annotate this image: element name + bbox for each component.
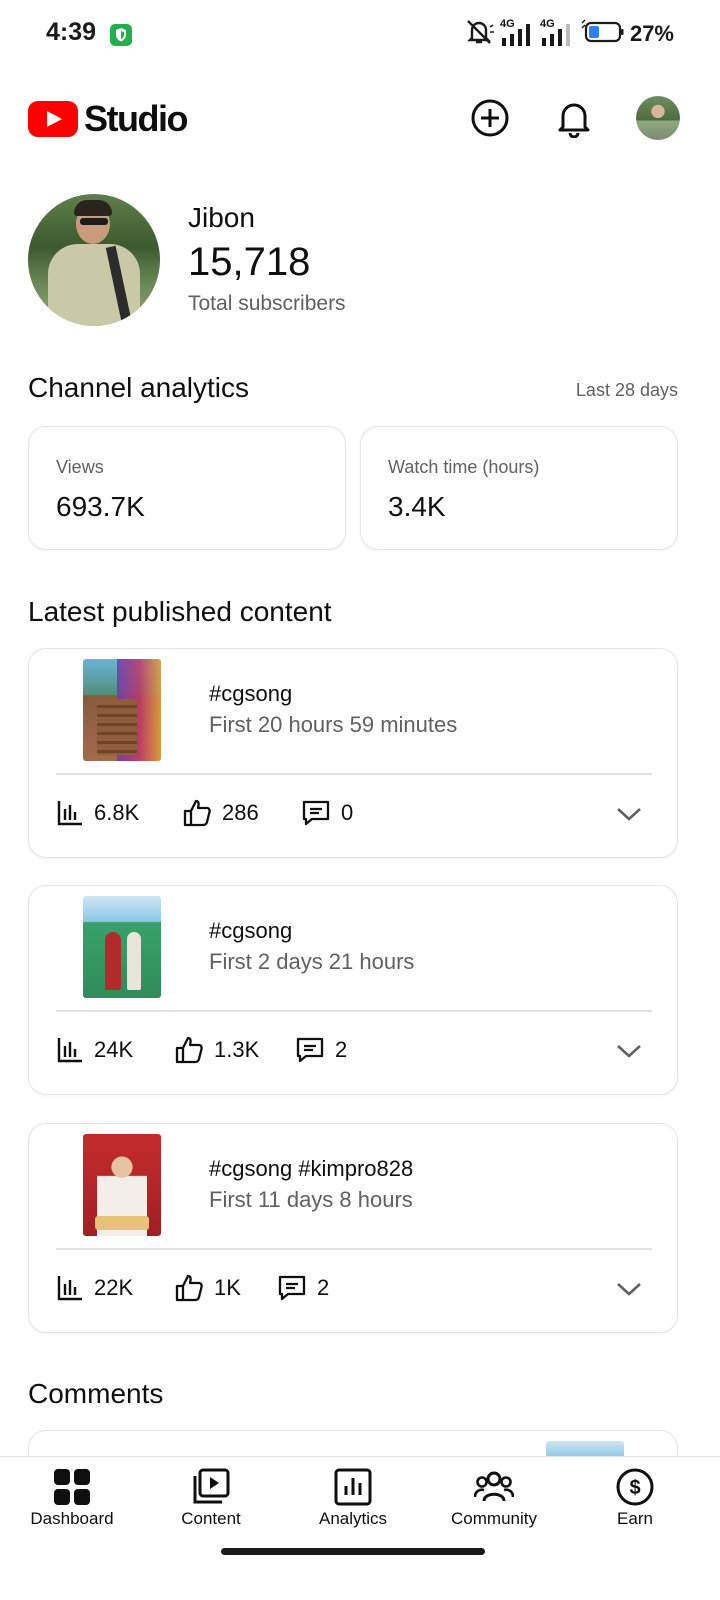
card-divider xyxy=(56,1248,652,1250)
community-icon xyxy=(474,1471,514,1502)
nav-label: Dashboard xyxy=(30,1509,114,1528)
comments-section-title: Comments xyxy=(28,1378,164,1409)
content-card[interactable]: #cgsong First 20 hours 59 minutes 6.8K 2… xyxy=(28,648,678,858)
video-thumbnail[interactable] xyxy=(83,659,161,761)
likes-stat: 1K xyxy=(174,1274,241,1302)
bottom-navigation: Dashboard Content Analytics Community $ … xyxy=(0,1456,720,1600)
create-button[interactable] xyxy=(468,96,512,140)
status-indicators: 4G 4G 27% xyxy=(464,18,674,50)
comments-count: 0 xyxy=(341,800,354,825)
comment-icon xyxy=(278,1275,306,1301)
views-count: 6.8K xyxy=(94,800,140,825)
thumbs-up-icon xyxy=(175,1274,203,1302)
watch-time-metric-card[interactable]: Watch time (hours) 3.4K xyxy=(360,426,678,550)
views-metric-card[interactable]: Views 693.7K xyxy=(28,426,346,550)
likes-stat: 1.3K xyxy=(174,1036,259,1064)
expand-chevron-icon[interactable] xyxy=(615,1042,643,1065)
comments-stat: 2 xyxy=(295,1036,347,1064)
metric-value: 693.7K xyxy=(56,491,145,522)
video-period: First 2 days 21 hours xyxy=(209,949,415,974)
video-thumbnail[interactable] xyxy=(83,896,161,998)
channel-avatar[interactable] xyxy=(28,194,160,326)
youtube-play-icon xyxy=(28,101,78,137)
channel-name: Jibon xyxy=(188,202,255,233)
video-title: #cgsong #kimpro828 xyxy=(209,1156,414,1181)
nav-community[interactable]: Community xyxy=(422,1457,566,1547)
dashboard-icon xyxy=(54,1469,90,1505)
nav-label: Earn xyxy=(617,1509,653,1528)
card-divider xyxy=(56,773,652,775)
card-divider xyxy=(56,1010,652,1012)
comment-icon xyxy=(296,1037,324,1063)
svg-text:$: $ xyxy=(629,1477,640,1499)
signal-icon-sim2: 4G xyxy=(540,18,574,48)
nav-earn[interactable]: $ Earn xyxy=(563,1457,707,1547)
content-icon xyxy=(193,1468,230,1504)
analytics-section-title: Channel analytics xyxy=(28,372,250,403)
latest-content-section-title: Latest published content xyxy=(28,596,332,627)
bell-icon xyxy=(558,103,590,138)
video-title: #cgsong xyxy=(209,681,293,706)
comments-count: 2 xyxy=(335,1037,348,1062)
video-thumbnail[interactable] xyxy=(83,1134,161,1236)
home-indicator[interactable] xyxy=(221,1548,485,1555)
likes-count: 1.3K xyxy=(214,1037,260,1062)
thumbs-up-icon xyxy=(183,799,211,827)
nav-label: Community xyxy=(451,1509,537,1528)
views-stat: 24K xyxy=(56,1036,133,1064)
content-card[interactable]: #cgsong First 2 days 21 hours 24K 1.3K 2 xyxy=(28,885,678,1095)
likes-count: 286 xyxy=(222,800,259,825)
thumbs-up-icon xyxy=(175,1036,203,1064)
subscriber-count: 15,718 xyxy=(188,240,311,284)
views-stat: 22K xyxy=(56,1274,133,1302)
security-shield-icon xyxy=(110,24,132,46)
bar-chart-icon xyxy=(57,801,82,826)
youtube-studio-logo[interactable]: Studio xyxy=(28,98,188,140)
nav-analytics[interactable]: Analytics xyxy=(281,1457,425,1547)
views-count: 22K xyxy=(94,1275,134,1300)
account-avatar[interactable] xyxy=(636,96,680,140)
analytics-range: Last 28 days xyxy=(575,380,678,400)
nav-label: Analytics xyxy=(318,1509,388,1528)
nav-label: Content xyxy=(181,1509,241,1528)
metric-value: 3.4K xyxy=(388,491,446,522)
video-period: First 20 hours 59 minutes xyxy=(209,712,458,737)
logo-text: Studio xyxy=(84,98,188,139)
expand-chevron-icon[interactable] xyxy=(615,805,643,828)
comments-stat: 2 xyxy=(277,1274,329,1302)
battery-percent: 27% xyxy=(629,21,674,46)
video-period: First 11 days 8 hours xyxy=(209,1187,413,1212)
notifications-button[interactable] xyxy=(552,96,596,140)
views-stat: 6.8K xyxy=(56,799,139,827)
status-time: 4:39 xyxy=(46,18,97,46)
comment-icon xyxy=(302,800,330,826)
signal-icon-sim1: 4G xyxy=(500,18,534,48)
content-card[interactable]: #cgsong #kimpro828 First 11 days 8 hours… xyxy=(28,1123,678,1333)
battery-icon xyxy=(580,18,624,50)
nav-dashboard[interactable]: Dashboard xyxy=(0,1457,144,1547)
bar-chart-icon xyxy=(57,1038,82,1063)
subscriber-label: Total subscribers xyxy=(188,292,346,315)
create-plus-icon xyxy=(471,99,509,137)
earn-icon: $ xyxy=(616,1468,654,1506)
views-count: 24K xyxy=(94,1037,134,1062)
status-bar: 4:39 4G 4G 27% xyxy=(0,0,720,70)
analytics-icon xyxy=(334,1468,372,1506)
expand-chevron-icon[interactable] xyxy=(615,1280,643,1303)
video-title: #cgsong xyxy=(209,918,293,943)
likes-count: 1K xyxy=(214,1275,241,1300)
likes-stat: 286 xyxy=(182,799,259,827)
bar-chart-icon xyxy=(57,1276,82,1301)
metric-label: Watch time (hours) xyxy=(388,457,540,477)
comments-stat: 0 xyxy=(301,799,353,827)
nav-content[interactable]: Content xyxy=(139,1457,283,1547)
metric-label: Views xyxy=(56,457,104,477)
app-header: Studio xyxy=(0,88,720,152)
mute-icon xyxy=(464,19,494,50)
comments-count: 2 xyxy=(317,1275,330,1300)
